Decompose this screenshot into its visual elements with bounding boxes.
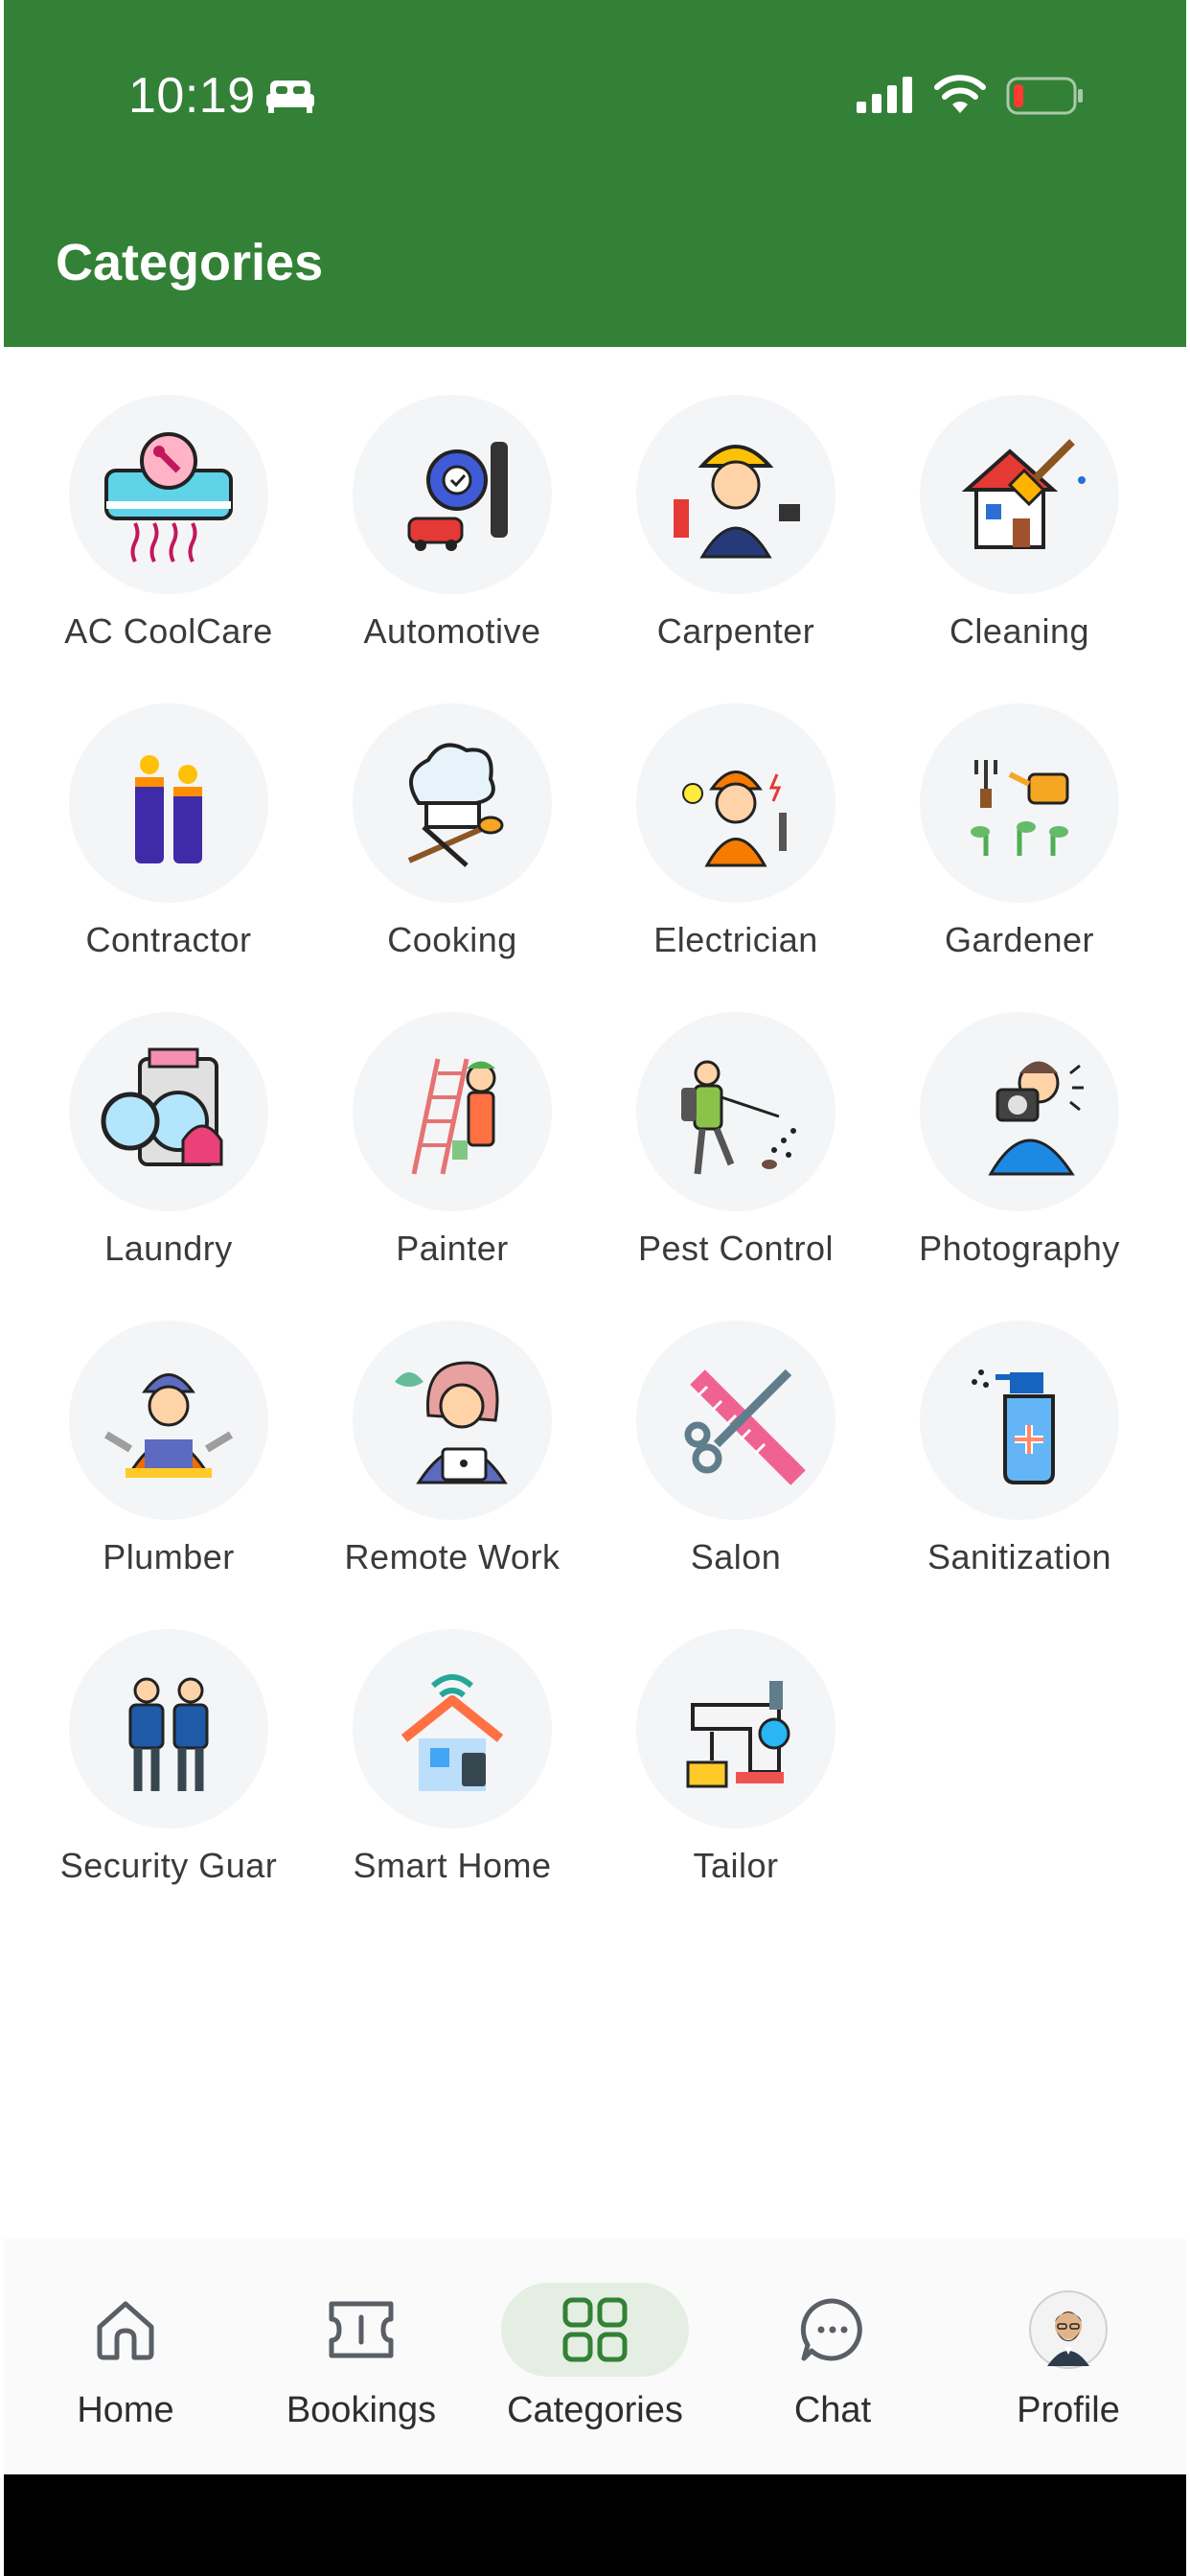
remote-worker-laptop-icon xyxy=(395,1361,508,1484)
watering-can-plants-icon xyxy=(971,760,1069,856)
status-time: 10:19 xyxy=(128,68,256,124)
category-electrician[interactable]: Electrician xyxy=(594,703,878,991)
grid-icon xyxy=(562,2297,628,2362)
category-tailor[interactable]: Tailor xyxy=(594,1629,878,1917)
category-label: Painter xyxy=(396,1229,509,1268)
category-laundry[interactable]: Laundry xyxy=(27,1012,310,1300)
category-label: Contractor xyxy=(85,920,252,959)
nav-label: Profile xyxy=(1017,2390,1120,2430)
nav-home[interactable]: Home xyxy=(15,2239,236,2474)
plumber-worker-icon xyxy=(103,1373,234,1478)
category-painter[interactable]: Painter xyxy=(310,1012,594,1300)
electrician-worker-icon xyxy=(682,770,787,867)
category-ac-coolcare[interactable]: AC CoolCare xyxy=(27,395,310,682)
category-cleaning[interactable]: Cleaning xyxy=(878,395,1161,682)
category-label: Tailor xyxy=(693,1846,779,1885)
carpenter-worker-icon xyxy=(674,445,800,559)
nav-profile[interactable]: Profile xyxy=(958,2239,1179,2474)
security-guards-icon xyxy=(128,1677,209,1791)
sewing-machine-icon xyxy=(686,1681,790,1788)
category-label: Photography xyxy=(919,1229,1120,1268)
category-salon[interactable]: Salon xyxy=(594,1321,878,1608)
bed-icon xyxy=(266,80,314,113)
avatar xyxy=(1029,2290,1108,2369)
category-label: Remote Work xyxy=(344,1537,561,1576)
category-plumber[interactable]: Plumber xyxy=(27,1321,310,1608)
category-security-guard[interactable]: Security Guar xyxy=(27,1629,310,1917)
nav-label: Chat xyxy=(793,2390,872,2430)
category-label: Smart Home xyxy=(353,1846,552,1885)
pest-sprayer-icon xyxy=(681,1060,796,1175)
category-label: Electrician xyxy=(653,920,818,959)
photographer-camera-icon xyxy=(988,1061,1084,1176)
category-label: Carpenter xyxy=(656,611,815,651)
bottom-navigation: Home Bookings Categories Chat Profile xyxy=(4,2239,1186,2474)
category-label: Sanitization xyxy=(927,1537,1112,1576)
category-label: Salon xyxy=(690,1537,782,1576)
home-icon xyxy=(97,2301,154,2360)
smart-home-icon xyxy=(400,1674,504,1791)
ticket-icon xyxy=(329,2301,394,2358)
battery-low-icon xyxy=(1006,77,1083,115)
nav-label: Bookings xyxy=(286,2390,437,2430)
air-conditioner-repair-icon xyxy=(104,432,233,563)
category-label: Gardener xyxy=(944,920,1095,959)
category-pest-control[interactable]: Pest Control xyxy=(594,1012,878,1300)
category-smart-home[interactable]: Smart Home xyxy=(310,1629,594,1917)
nav-chat[interactable]: Chat xyxy=(722,2239,943,2474)
category-label: Laundry xyxy=(104,1229,233,1268)
category-cooking[interactable]: Cooking xyxy=(310,703,594,991)
nav-bookings[interactable]: Bookings xyxy=(251,2239,471,2474)
washing-machine-icon xyxy=(101,1047,223,1166)
chef-hat-utensils-icon xyxy=(407,743,504,867)
painter-ladder-icon xyxy=(411,1058,496,1175)
app-header: 10:19 Categories xyxy=(4,0,1186,347)
category-label: Automotive xyxy=(363,611,541,651)
spray-bottle-icon xyxy=(972,1369,1055,1484)
construction-workers-icon xyxy=(135,755,202,863)
nav-categories[interactable]: Categories xyxy=(485,2239,705,2474)
home-indicator-area xyxy=(4,2474,1186,2576)
category-label: Cooking xyxy=(387,920,517,959)
page-title: Categories xyxy=(56,234,324,291)
category-contractor[interactable]: Contractor xyxy=(27,703,310,991)
wifi-icon xyxy=(934,75,986,113)
category-gardener[interactable]: Gardener xyxy=(878,703,1161,991)
car-gear-icon xyxy=(407,442,508,551)
category-label: Pest Control xyxy=(637,1229,835,1268)
nav-label: Categories xyxy=(507,2390,683,2430)
category-remote-work[interactable]: Remote Work xyxy=(310,1321,594,1608)
house-broom-icon xyxy=(961,439,1086,549)
cellular-signal-icon xyxy=(857,77,912,113)
category-automotive[interactable]: Automotive xyxy=(310,395,594,682)
category-label: AC CoolCare xyxy=(64,611,273,651)
category-carpenter[interactable]: Carpenter xyxy=(594,395,878,682)
category-label: Cleaning xyxy=(949,611,1090,651)
category-sanitization[interactable]: Sanitization xyxy=(878,1321,1161,1608)
category-photography[interactable]: Photography xyxy=(878,1012,1161,1300)
category-label: Security Guar xyxy=(59,1846,278,1885)
comb-scissors-icon xyxy=(684,1368,806,1485)
chat-bubble-icon xyxy=(800,2298,862,2361)
nav-label: Home xyxy=(77,2390,174,2430)
category-label: Plumber xyxy=(103,1537,235,1576)
